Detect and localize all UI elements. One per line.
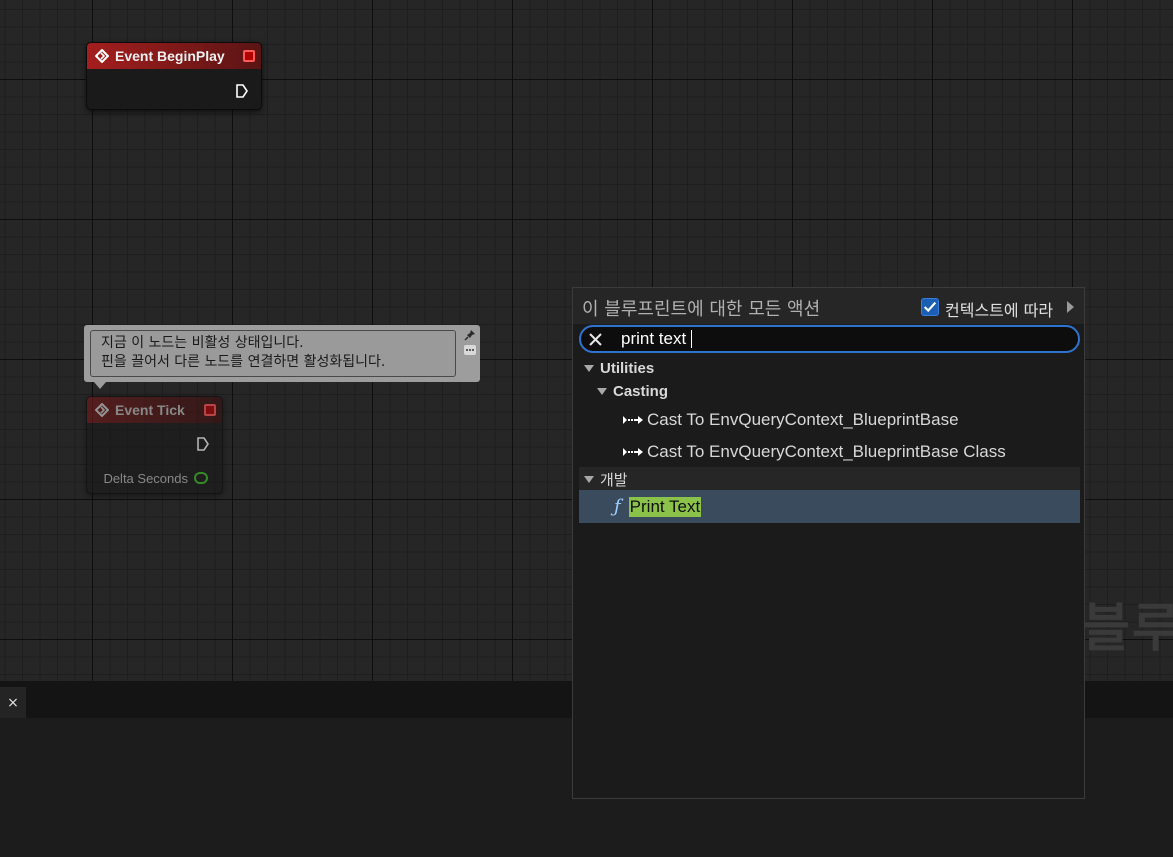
exec-output-pin-icon[interactable] [235,83,249,99]
exec-output-pin-icon[interactable] [196,436,210,452]
delta-seconds-label: Delta Seconds [103,471,188,486]
collapse-triangle-icon [584,475,594,483]
category-utilities[interactable]: Utilities [579,358,1080,378]
category-casting[interactable]: Casting [579,381,1080,401]
action-label: Cast To EnvQueryContext_BlueprintBase Cl… [647,442,1006,461]
close-tab-button[interactable]: × [0,687,26,718]
comment-line: 지금 이 노드는 비활성 상태입니다. [101,335,304,351]
event-beginplay-node[interactable]: Event BeginPlay [86,42,262,110]
cast-arrow-icon [623,448,643,456]
node-title: Event BeginPlay [115,48,225,64]
action-results-list[interactable]: Utilities Casting Cast To EnvQueryContex… [579,356,1080,794]
action-cast-envquerycontext-class[interactable]: Cast To EnvQueryContext_BlueprintBase Cl… [579,438,1080,466]
delegate-pin[interactable] [243,50,255,62]
node-header: Event BeginPlay [87,43,261,69]
collapse-triangle-icon [597,387,607,395]
pushpin-icon[interactable] [464,329,476,341]
category-label: Utilities [600,359,655,377]
category-label: Casting [613,382,669,400]
delegate-pin[interactable] [204,404,216,416]
event-tick-node[interactable]: Event Tick Delta Seconds [86,396,223,494]
blueprint-watermark: 블루프 [1082,599,1173,659]
comment-bubble: 지금 이 노드는 비활성 상태입니다. 핀을 끌어서 다른 노드를 연결하면 활… [84,325,480,382]
search-box [579,325,1080,353]
context-sensitive-checkbox[interactable] [921,298,939,316]
text-cursor [691,330,692,348]
function-icon: ƒ [614,496,621,517]
node-title: Event Tick [115,402,185,418]
node-header: Event Tick [87,397,222,423]
event-diamond-icon [95,403,109,417]
action-print-text[interactable]: ƒ Print Text [579,490,1080,523]
action-menu-header: 이 블루프린트에 대한 모든 액션 컨텍스트에 따라 [573,288,1084,324]
category-development[interactable]: 개발 [579,467,1080,491]
category-label: 개발 [600,471,628,489]
cast-arrow-icon [623,416,643,424]
comment-tail [94,382,106,389]
more-icon[interactable] [464,345,476,355]
action-label: Print Text [628,496,702,517]
event-diamond-icon [95,49,109,63]
clear-search-icon[interactable] [588,332,603,347]
checkmark-icon [923,301,937,313]
comment-line: 핀을 끌어서 다른 노드를 연결하면 활성화됩니다. [101,354,386,370]
float-output-pin-icon[interactable] [194,472,208,484]
collapse-triangle-icon [584,364,594,372]
expand-arrow-icon[interactable] [1067,301,1074,313]
action-cast-envquerycontext[interactable]: Cast To EnvQueryContext_BlueprintBase [579,406,1080,434]
context-sensitive-label[interactable]: 컨텍스트에 따라 [945,297,1053,321]
action-label: Cast To EnvQueryContext_BlueprintBase [647,410,959,429]
search-input[interactable] [621,329,1061,349]
action-menu-title: 이 블루프린트에 대한 모든 액션 [582,299,821,320]
comment-text: 지금 이 노드는 비활성 상태입니다. 핀을 끌어서 다른 노드를 연결하면 활… [90,330,456,377]
action-menu: 이 블루프린트에 대한 모든 액션 컨텍스트에 따라 Utilities Cas… [572,287,1085,799]
